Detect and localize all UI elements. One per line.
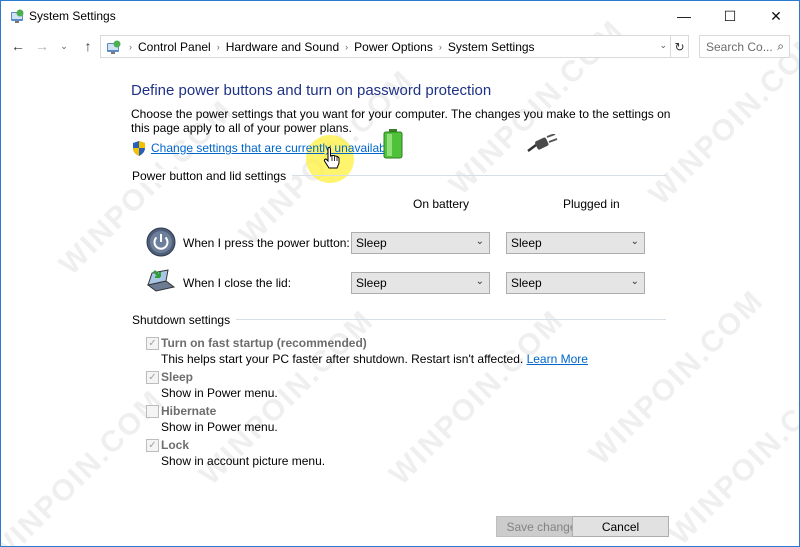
control-panel-icon bbox=[11, 9, 24, 23]
control-panel-icon bbox=[107, 40, 121, 54]
selected-value: Sleep bbox=[511, 276, 542, 290]
fast-startup-checkbox[interactable]: ✓ bbox=[146, 337, 159, 350]
arrow-right-icon: → bbox=[35, 38, 49, 54]
arrow-left-icon: ← bbox=[11, 38, 25, 54]
power-button-battery-select[interactable]: Sleep ⌄ bbox=[351, 232, 490, 254]
on-battery-header: On battery bbox=[413, 197, 470, 211]
maximize-icon: ☐ bbox=[723, 7, 737, 24]
close-lid-plugged-select[interactable]: Sleep ⌄ bbox=[506, 272, 645, 294]
up-button[interactable]: ↑ bbox=[78, 36, 98, 56]
power-section-title: Power button and lid settings bbox=[132, 169, 293, 183]
power-button-icon bbox=[146, 227, 176, 257]
title-bar[interactable]: System Settings — ☐ ✕ bbox=[1, 1, 799, 31]
change-settings-link[interactable]: Change settings that are currently unava… bbox=[151, 141, 395, 155]
laptop-lid-icon bbox=[146, 269, 176, 292]
arrow-up-icon: ↑ bbox=[84, 38, 92, 54]
learn-more-link[interactable]: Learn More bbox=[527, 352, 588, 366]
back-button[interactable]: ← bbox=[8, 36, 28, 56]
checkmark-icon: ✓ bbox=[148, 338, 157, 349]
sleep-label: Sleep bbox=[161, 370, 194, 384]
lock-description: Show in account picture menu. bbox=[161, 454, 326, 468]
chevron-down-icon: ⌄ bbox=[60, 40, 68, 51]
close-lid-battery-select[interactable]: Sleep ⌄ bbox=[351, 272, 490, 294]
system-settings-window: WINPOIN.COM WINPOIN.COM WINPOIN.COM WINP… bbox=[0, 0, 800, 547]
address-bar[interactable]: › Control Panel › Hardware and Sound › P… bbox=[100, 35, 671, 58]
refresh-icon: ↻ bbox=[674, 39, 685, 54]
lock-checkbox[interactable]: ✓ bbox=[146, 439, 159, 452]
close-lid-label: When I close the lid: bbox=[183, 276, 292, 290]
page-title: Define power buttons and turn on passwor… bbox=[131, 82, 492, 99]
power-button-label: When I press the power button: bbox=[183, 236, 350, 250]
checkmark-icon: ✓ bbox=[148, 440, 157, 451]
minimize-icon: — bbox=[677, 8, 691, 24]
maximize-button[interactable]: ☐ bbox=[707, 1, 753, 31]
shutdown-section-title: Shutdown settings bbox=[132, 313, 237, 327]
refresh-button[interactable]: ↻ bbox=[671, 35, 689, 58]
shield-icon bbox=[133, 141, 145, 156]
hand-cursor-icon bbox=[323, 147, 340, 169]
breadcrumb-separator[interactable]: › bbox=[345, 42, 348, 52]
power-button-plugged-select[interactable]: Sleep ⌄ bbox=[506, 232, 645, 254]
hibernate-description: Show in Power menu. bbox=[161, 420, 278, 434]
navigation-bar: ← → ⌄ ↑ › Control Panel › Hardware and S… bbox=[1, 32, 799, 60]
close-button[interactable]: ✕ bbox=[753, 1, 799, 31]
sleep-checkbox[interactable]: ✓ bbox=[146, 371, 159, 384]
breadcrumb-separator[interactable]: › bbox=[217, 42, 220, 52]
checkmark-icon: ✓ bbox=[148, 372, 157, 383]
plug-icon bbox=[527, 134, 558, 152]
fast-startup-description: This helps start your PC faster after sh… bbox=[161, 352, 588, 366]
search-icon: ⌕ bbox=[777, 39, 784, 53]
selected-value: Sleep bbox=[356, 276, 387, 290]
breadcrumb-separator: › bbox=[129, 41, 132, 52]
lock-label: Lock bbox=[161, 438, 190, 452]
selected-value: Sleep bbox=[511, 236, 542, 250]
breadcrumb-hardware-and-sound[interactable]: Hardware and Sound bbox=[226, 40, 339, 54]
fast-startup-label: Turn on fast startup (recommended) bbox=[161, 336, 367, 350]
breadcrumb-power-options[interactable]: Power Options bbox=[354, 40, 433, 54]
minimize-button[interactable]: — bbox=[661, 1, 707, 31]
chevron-down-icon: ⌄ bbox=[475, 236, 484, 247]
battery-icon bbox=[383, 129, 403, 159]
main-content: Define power buttons and turn on passwor… bbox=[1, 61, 799, 516]
sleep-description: Show in Power menu. bbox=[161, 386, 278, 400]
hibernate-checkbox[interactable] bbox=[146, 405, 159, 418]
chevron-down-icon: ⌄ bbox=[475, 276, 484, 287]
selected-value: Sleep bbox=[356, 236, 387, 250]
window-title: System Settings bbox=[29, 9, 116, 23]
breadcrumb-control-panel[interactable]: Control Panel bbox=[138, 40, 211, 54]
forward-button[interactable]: → bbox=[32, 36, 52, 56]
breadcrumb-system-settings[interactable]: System Settings bbox=[448, 40, 535, 54]
chevron-down-icon: ⌄ bbox=[630, 276, 639, 287]
address-dropdown-icon[interactable]: ⌄ bbox=[659, 40, 667, 51]
chevron-down-icon: ⌄ bbox=[630, 236, 639, 247]
search-input[interactable]: Search Co... ⌕ bbox=[699, 35, 790, 58]
description-text: This helps start your PC faster after sh… bbox=[161, 352, 524, 366]
recent-locations-button[interactable]: ⌄ bbox=[57, 36, 71, 56]
cancel-button[interactable]: Cancel bbox=[572, 516, 669, 537]
plugged-in-header: Plugged in bbox=[563, 197, 620, 211]
breadcrumb-separator[interactable]: › bbox=[439, 42, 442, 52]
hibernate-label: Hibernate bbox=[161, 404, 217, 418]
search-placeholder: Search Co... bbox=[706, 39, 773, 54]
close-icon: ✕ bbox=[770, 7, 782, 24]
